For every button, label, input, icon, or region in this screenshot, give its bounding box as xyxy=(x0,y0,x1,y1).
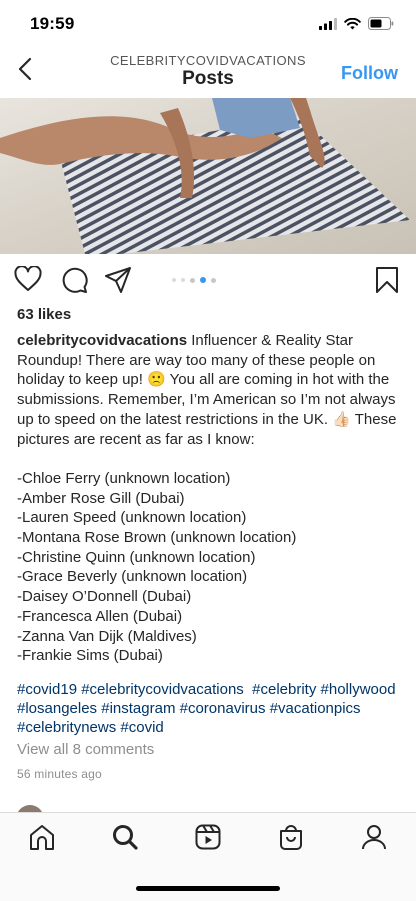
caption-list-item: -Zanna Van Dijk (Maldives) xyxy=(17,627,197,645)
post-image[interactable] xyxy=(0,98,416,254)
caption-list-item: -Grace Beverly (unknown location) xyxy=(17,568,248,586)
hashtag-link[interactable]: #coronavirus xyxy=(180,700,266,717)
tab-search[interactable] xyxy=(109,823,141,855)
battery-icon xyxy=(368,17,394,35)
signal-icon xyxy=(319,17,337,35)
post-actions xyxy=(0,262,416,298)
tab-bar xyxy=(0,812,416,901)
caption-list-item: -Francesca Allen (Dubai) xyxy=(17,607,183,625)
carousel-dot xyxy=(211,277,216,283)
carousel-dot-active xyxy=(200,277,206,283)
caption-text: Influencer & Reality Star Roundup! There… xyxy=(17,332,397,448)
caption-list-item: -Chloe Ferry (unknown location) xyxy=(17,469,231,487)
view-comments-link[interactable]: View all 8 comments xyxy=(17,741,154,758)
hashtag-link[interactable]: #covid19 xyxy=(17,681,77,698)
search-icon xyxy=(111,823,139,856)
heart-icon xyxy=(14,265,42,296)
wifi-icon xyxy=(344,17,361,35)
caption-username[interactable]: celebritycovidvacations xyxy=(17,332,187,349)
status-bar: 19:59 xyxy=(0,0,416,48)
hashtags: #covid19 #celebritycovidvacations #celeb… xyxy=(17,680,407,737)
hashtag-link[interactable]: #covid xyxy=(120,719,163,736)
tab-home[interactable] xyxy=(26,823,58,855)
post-caption: celebritycovidvacations Influencer & Rea… xyxy=(17,331,401,666)
carousel-dot xyxy=(190,277,195,283)
home-icon xyxy=(28,823,56,856)
caption-list-item: -Frankie Sims (Dubai) xyxy=(17,647,163,665)
send-icon xyxy=(104,267,132,298)
status-time: 19:59 xyxy=(30,14,75,33)
caption-list-item: -Christine Quinn (unknown location) xyxy=(17,548,256,566)
carousel-indicator xyxy=(172,277,216,283)
likes-count[interactable]: 63 likes xyxy=(17,306,71,323)
hashtag-link[interactable]: #celebrity xyxy=(252,681,316,698)
carousel-dot xyxy=(172,278,176,282)
hashtag-link[interactable]: #celebritycovidvacations xyxy=(81,681,244,698)
tab-shop[interactable] xyxy=(275,823,307,855)
tab-reels[interactable] xyxy=(192,823,224,855)
hashtag-link[interactable]: #celebritynews xyxy=(17,719,116,736)
bookmark-icon xyxy=(375,267,399,298)
header: CELEBRITYCOVIDVACATIONS Posts Follow xyxy=(0,48,416,98)
caption-intro: celebritycovidvacations Influencer & Rea… xyxy=(17,331,401,449)
hashtag-link[interactable]: #vacationpics xyxy=(270,700,361,717)
comment-icon xyxy=(60,267,88,298)
reels-icon xyxy=(194,823,222,856)
post-timestamp: 56 minutes ago xyxy=(17,767,102,781)
shop-icon xyxy=(277,823,305,856)
home-indicator xyxy=(136,886,280,891)
carousel-dot xyxy=(181,278,185,282)
caption-list-item: -Montana Rose Brown (unknown location) xyxy=(17,529,297,547)
like-button[interactable] xyxy=(14,265,42,297)
comment-button[interactable] xyxy=(60,266,88,299)
status-icons xyxy=(319,17,394,35)
tab-profile[interactable] xyxy=(358,823,390,855)
caption-list-item: -Daisey O’Donnell (Dubai) xyxy=(17,588,192,606)
caption-list-item: -Amber Rose Gill (Dubai) xyxy=(17,489,185,507)
hashtag-link[interactable]: #losangeles xyxy=(17,700,97,717)
hashtag-link[interactable]: #hollywood xyxy=(321,681,396,698)
share-button[interactable] xyxy=(104,266,132,299)
profile-icon xyxy=(360,823,388,856)
hashtag-link[interactable]: #instagram xyxy=(101,700,175,717)
caption-list-item: -Lauren Speed (unknown location) xyxy=(17,509,247,527)
follow-button[interactable]: Follow xyxy=(341,63,398,84)
save-button[interactable] xyxy=(375,266,399,299)
